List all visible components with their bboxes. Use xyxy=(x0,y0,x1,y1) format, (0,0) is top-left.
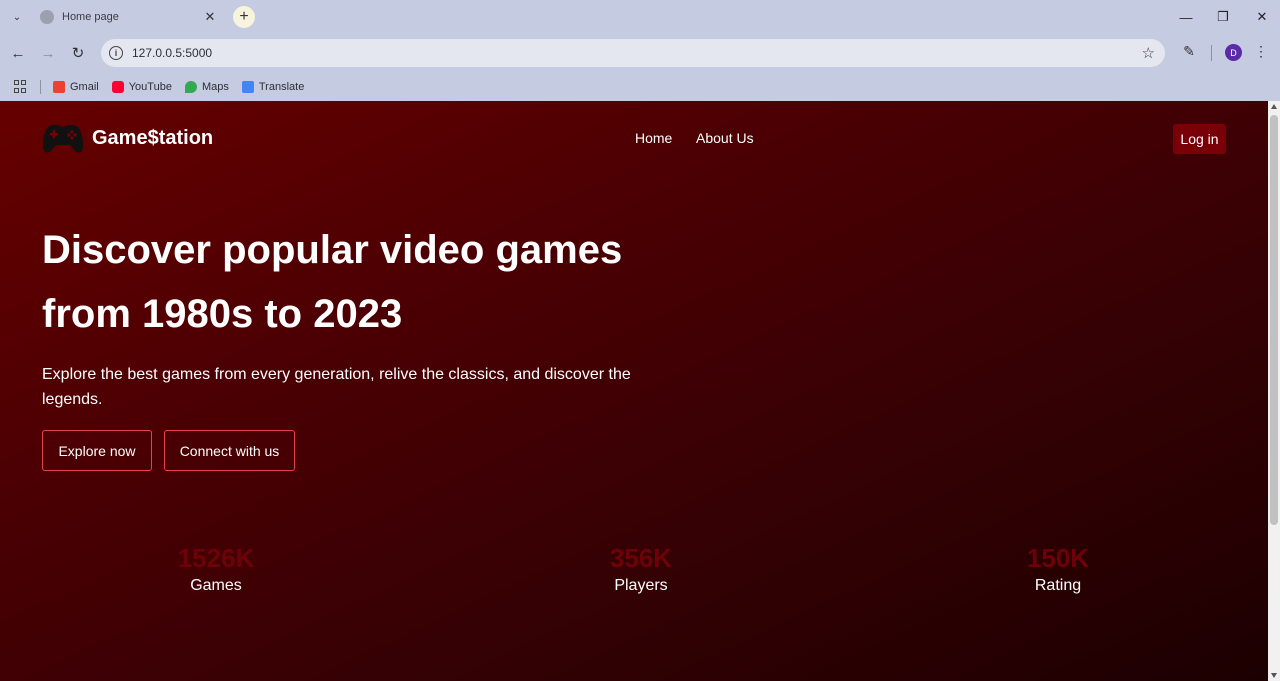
restore-icon[interactable]: ❐ xyxy=(1212,8,1234,26)
stat-games: 1526K Games xyxy=(116,543,316,595)
stat-players: 356K Players xyxy=(541,543,741,595)
url-text[interactable]: 127.0.0.5:5000 xyxy=(132,46,212,60)
stat-value: 150K xyxy=(1026,543,1090,573)
gmail-icon xyxy=(53,80,65,93)
apps-grid-icon[interactable] xyxy=(14,79,28,94)
bookmark-label: Gmail xyxy=(70,80,99,93)
site-info-icon[interactable]: i xyxy=(109,46,123,60)
bookmark-label: YouTube xyxy=(128,80,172,93)
explore-now-button[interactable]: Explore now xyxy=(42,430,152,471)
gamepad-icon xyxy=(42,125,84,153)
bookmark-maps[interactable]: Maps xyxy=(184,80,229,93)
tab-search-chevron-icon[interactable]: ⌄ xyxy=(6,8,28,26)
address-bar[interactable]: i 127.0.0.5:5000 ☆ xyxy=(101,39,1165,67)
profile-avatar[interactable]: D xyxy=(1225,44,1242,61)
bookmark-star-icon[interactable]: ☆ xyxy=(1142,44,1155,62)
bookmark-label: Translate xyxy=(258,80,305,93)
reload-icon[interactable]: ↻ xyxy=(68,43,88,63)
minimize-icon[interactable]: — xyxy=(1175,8,1197,26)
back-icon[interactable]: ← xyxy=(8,43,28,63)
hero-title: Discover popular video games from 1980s … xyxy=(42,228,623,336)
nav-about-link[interactable]: About Us xyxy=(696,130,754,146)
bookmark-gmail[interactable]: Gmail xyxy=(53,80,99,93)
active-tab[interactable]: Home page ✕ xyxy=(30,2,228,32)
menu-icon[interactable]: ⋮ xyxy=(1254,43,1268,61)
stat-label: Players xyxy=(614,577,668,594)
forward-icon[interactable]: → xyxy=(38,43,58,63)
hero-subtitle: Explore the best games from every genera… xyxy=(42,366,631,408)
extensions-icon[interactable]: ✎ xyxy=(1180,43,1198,61)
stat-label: Rating xyxy=(1034,577,1082,594)
bookmarks-divider xyxy=(40,79,41,94)
browser-toolbar: ← → ↻ i 127.0.0.5:5000 ☆ ✎ D ⋮ xyxy=(0,34,1280,72)
new-tab-button[interactable]: + xyxy=(233,6,255,28)
site-logo[interactable]: Game$tation xyxy=(42,121,213,155)
stat-value: 1526K xyxy=(177,543,255,573)
connect-with-us-button[interactable]: Connect with us xyxy=(164,430,295,471)
globe-icon xyxy=(40,10,54,24)
close-window-icon[interactable]: ✕ xyxy=(1251,8,1273,26)
login-button[interactable]: Log in xyxy=(1173,124,1226,154)
toolbar-divider xyxy=(1211,45,1212,61)
maps-pin-icon xyxy=(184,80,197,93)
bookmarks-bar: Gmail YouTube Maps Translate xyxy=(0,72,1280,101)
bookmark-label: Maps xyxy=(201,80,229,93)
bookmark-youtube[interactable]: YouTube xyxy=(111,80,172,93)
scroll-down-arrow-icon[interactable] xyxy=(1271,673,1277,678)
nav-home-link[interactable]: Home xyxy=(635,130,672,146)
brand-name: Game$tation xyxy=(92,126,214,149)
stat-rating: 150K Rating xyxy=(958,543,1158,595)
page-scrollbar[interactable] xyxy=(1268,101,1280,681)
bookmark-translate[interactable]: Translate xyxy=(241,80,305,93)
site-navbar: Game$tation Home About Us Log in xyxy=(0,101,1268,177)
tab-strip: ⌄ Home page ✕ + — ❐ ✕ xyxy=(0,0,1280,34)
stat-value: 356K xyxy=(609,543,673,573)
youtube-icon xyxy=(111,80,124,93)
tab-title: Home page xyxy=(62,11,119,23)
close-tab-icon[interactable]: ✕ xyxy=(202,9,218,25)
scroll-thumb[interactable] xyxy=(1270,115,1278,525)
stat-label: Games xyxy=(190,577,242,594)
page-viewport: Game$tation Home About Us Log in Discove… xyxy=(0,101,1268,681)
scroll-up-arrow-icon[interactable] xyxy=(1271,104,1277,109)
translate-icon xyxy=(241,80,254,93)
